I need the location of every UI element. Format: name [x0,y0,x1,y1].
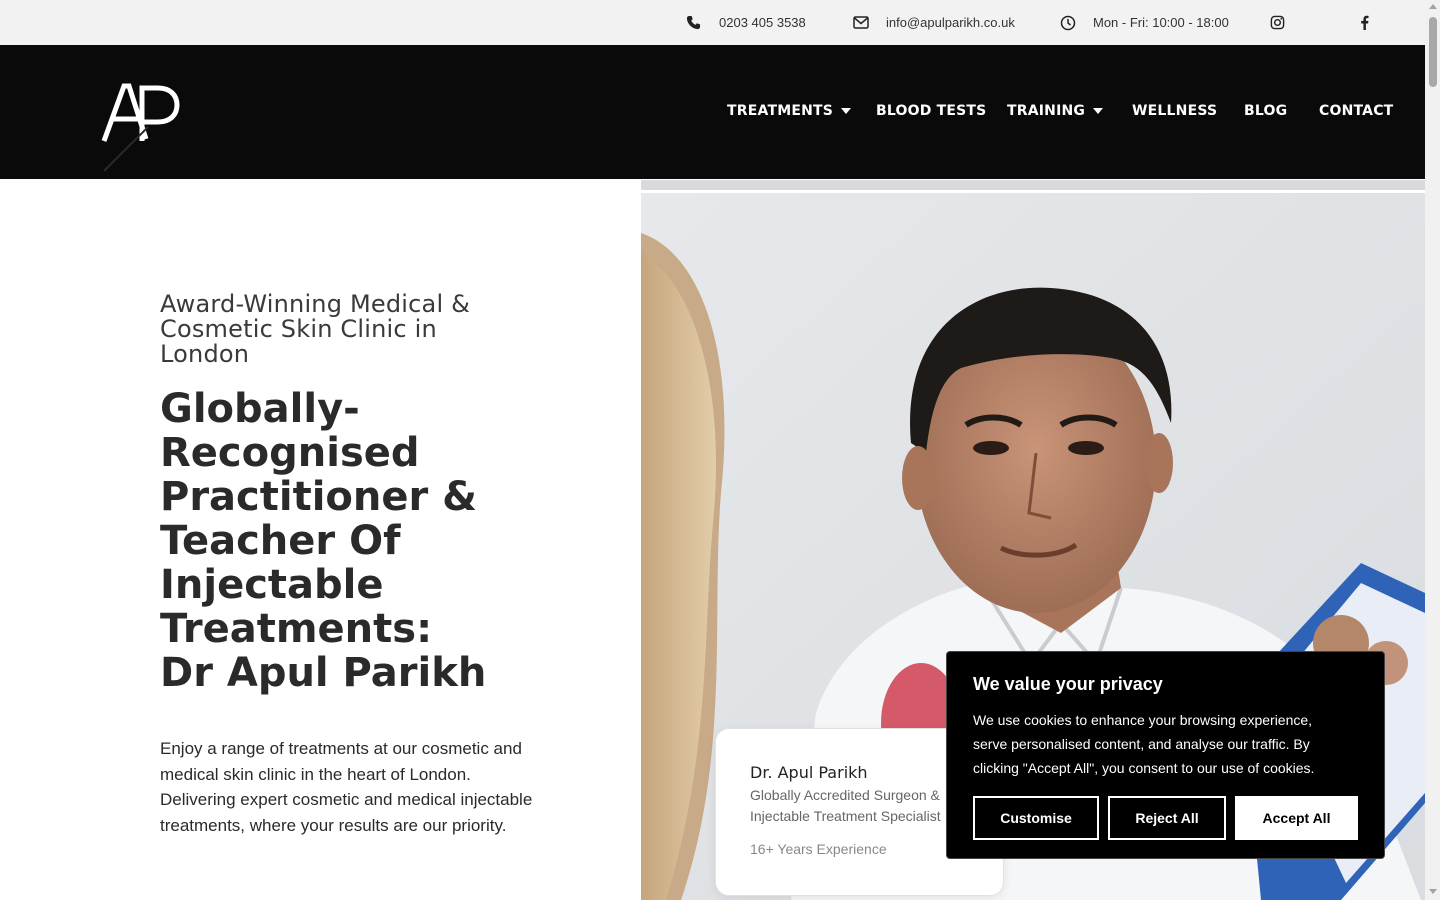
phone-icon [686,15,701,30]
cookie-consent-banner: We value your privacy We use cookies to … [946,651,1385,859]
photo-top-strip [641,180,1425,190]
accept-all-button[interactable]: Accept All [1235,796,1358,840]
caret-down-icon [841,108,852,114]
card-doctor-name: Dr. Apul Parikh [750,763,868,782]
phone-number: 0203 405 3538 [719,15,806,30]
nav-wellness[interactable]: WELLNESS [1132,103,1217,119]
nav-contact-label: CONTACT [1319,103,1394,119]
nav-training-label: TRAINING [1007,103,1086,119]
nav-treatments[interactable]: TREATMENTS [727,103,852,119]
facebook-icon [1361,15,1369,30]
hero-headline-text: Globally-Recognised Practitioner & Teach… [160,386,478,652]
opening-hours: Mon - Fri: 10:00 - 18:00 [1060,0,1229,45]
nav-contact[interactable]: CONTACT [1319,103,1393,119]
hero-headline: Globally-Recognised Practitioner & Teach… [160,387,540,695]
site-header: TREATMENTS BLOOD TESTS TRAINING WELLNESS… [0,45,1425,179]
nav-blood-tests[interactable]: BLOOD TESTS [876,103,986,119]
hero-doctor-name-text: Dr Apul Parikh [160,650,487,696]
email-address: info@apulparikh.co.uk [886,15,1015,30]
hero-tagline: Award-Winning Medical & Cosmetic Skin Cl… [160,290,471,368]
envelope-icon [853,16,869,29]
top-info-bar: 0203 405 3538 info@apulparikh.co.uk Mon … [0,0,1425,45]
nav-wellness-label: WELLNESS [1132,103,1218,119]
cookie-text: We use cookies to enhance your browsing … [973,712,1315,776]
page-scrollbar[interactable] [1425,0,1440,900]
hero-intro: Enjoy a range of treatments at our cosme… [160,739,533,835]
nav-blog-label: BLOG [1244,103,1288,119]
nav-blood-tests-label: BLOOD TESTS [876,103,987,119]
caret-down-icon [1093,108,1104,114]
hero-doctor-name: Dr Apul Parikh [160,651,540,695]
site-logo[interactable] [98,81,188,173]
phone-contact[interactable]: 0203 405 3538 [686,0,806,45]
hours-text: Mon - Fri: 10:00 - 18:00 [1093,15,1229,30]
scroll-down-icon[interactable] [1429,889,1437,894]
nav-training[interactable]: TRAINING [1007,103,1104,119]
email-contact[interactable]: info@apulparikh.co.uk [853,0,1015,45]
ap-logo-icon [101,83,180,172]
instagram-icon [1270,15,1285,30]
card-experience: 16+ Years Experience [750,841,887,857]
scroll-up-icon[interactable] [1429,4,1437,9]
facebook-link[interactable] [1360,0,1369,45]
nav-treatments-label: TREATMENTS [727,103,834,119]
cookie-title: We value your privacy [973,674,1163,694]
customise-button[interactable]: Customise [973,796,1099,840]
scrollbar-thumb[interactable] [1429,17,1437,87]
clock-icon [1060,15,1076,30]
nav-blog[interactable]: BLOG [1244,103,1287,119]
reject-all-button[interactable]: Reject All [1108,796,1226,840]
instagram-link[interactable] [1270,0,1285,45]
card-doctor-role: Globally Accredited Surgeon & Injectable… [750,787,941,824]
